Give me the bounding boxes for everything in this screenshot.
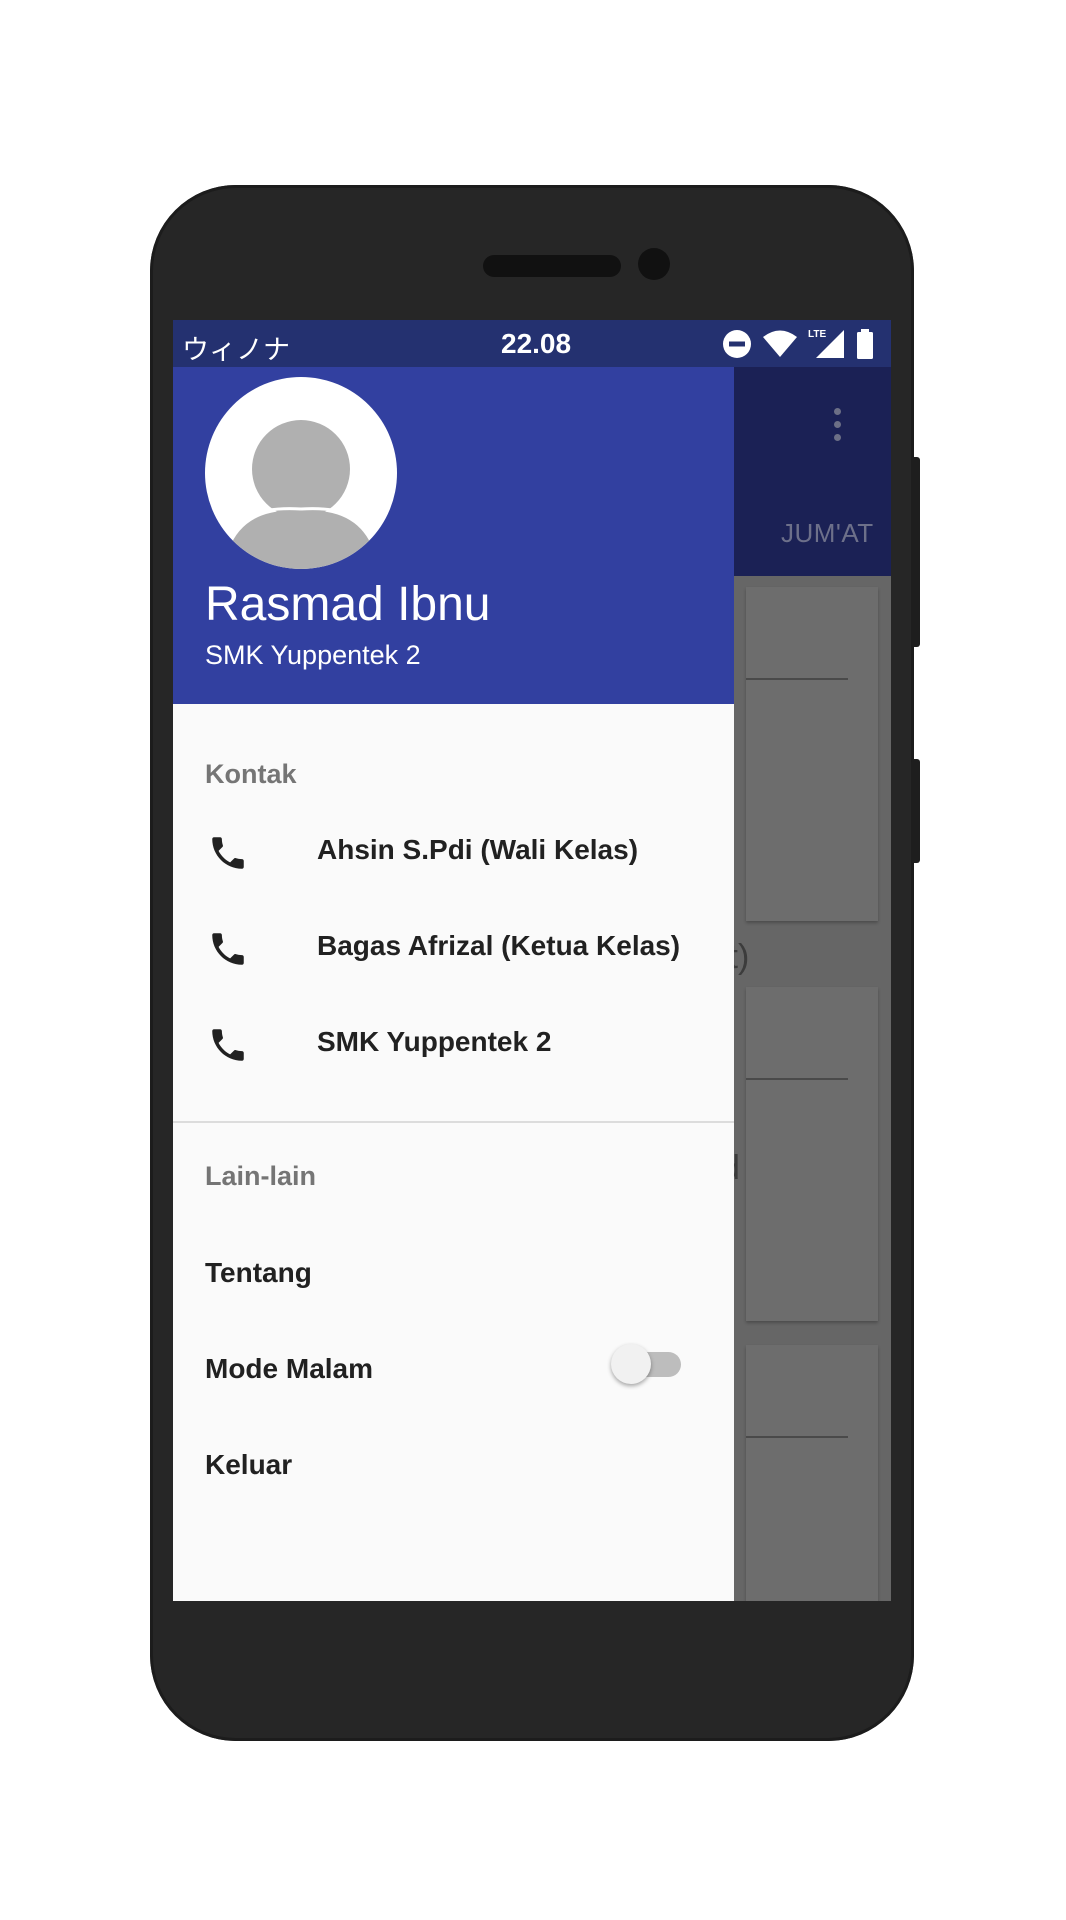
drawer-divider xyxy=(173,1121,734,1123)
tab-jumat[interactable]: JUM'AT xyxy=(781,518,874,549)
navigation-drawer: Rasmad Ibnu SMK Yuppentek 2 Kontak Ahsin… xyxy=(173,320,734,1601)
contact-label: Ahsin S.Pdi (Wali Kelas) xyxy=(317,834,639,865)
wifi-icon xyxy=(763,330,797,357)
more-options-icon[interactable] xyxy=(833,408,843,448)
contact-item-class-leader[interactable]: Bagas Afrizal (Ketua Kelas) xyxy=(173,900,734,996)
section-title-contacts: Kontak xyxy=(205,759,297,789)
phone-icon xyxy=(212,837,244,869)
front-camera xyxy=(638,248,670,280)
lte-signal-icon: LTE xyxy=(808,329,844,358)
night-mode-toggle[interactable] xyxy=(611,1342,681,1386)
contact-label: Bagas Afrizal (Ketua Kelas) xyxy=(317,930,681,961)
night-mode-item[interactable]: Mode Malam xyxy=(205,1353,373,1385)
schedule-card[interactable] xyxy=(746,987,878,1321)
carrier-label: ウィノナ xyxy=(182,335,290,366)
phone-frame: JUM'AT it) d ウィノナ 22.08 LTE xyxy=(150,185,920,1741)
contact-item-school[interactable]: SMK Yuppentek 2 xyxy=(173,996,734,1092)
screen: JUM'AT it) d ウィノナ 22.08 LTE xyxy=(173,320,891,1601)
phone-icon xyxy=(212,1029,244,1061)
power-button xyxy=(911,759,920,863)
avatar[interactable] xyxy=(205,377,397,569)
clock: 22.08 xyxy=(501,328,572,359)
toggle-thumb xyxy=(611,1344,651,1384)
phone-icon xyxy=(212,933,244,965)
contact-item-homeroom-teacher[interactable]: Ahsin S.Pdi (Wali Kelas) xyxy=(173,804,734,900)
schedule-card[interactable] xyxy=(746,587,878,921)
volume-button xyxy=(911,457,920,647)
drawer-header: Rasmad Ibnu SMK Yuppentek 2 xyxy=(173,367,734,704)
person-placeholder-icon xyxy=(229,420,373,569)
logout-item[interactable]: Keluar xyxy=(205,1449,292,1481)
schedule-card[interactable] xyxy=(746,1345,878,1601)
section-title-others: Lain-lain xyxy=(205,1161,317,1191)
contact-label: SMK Yuppentek 2 xyxy=(317,1026,552,1057)
user-school: SMK Yuppentek 2 xyxy=(205,640,421,670)
battery-icon xyxy=(857,329,873,359)
user-name: Rasmad Ibnu xyxy=(205,578,491,631)
earpiece-speaker xyxy=(483,255,621,277)
do-not-disturb-icon xyxy=(723,330,751,358)
lte-label: LTE xyxy=(808,329,826,340)
status-bar: ウィノナ 22.08 LTE xyxy=(173,320,891,367)
about-item[interactable]: Tentang xyxy=(205,1257,312,1289)
